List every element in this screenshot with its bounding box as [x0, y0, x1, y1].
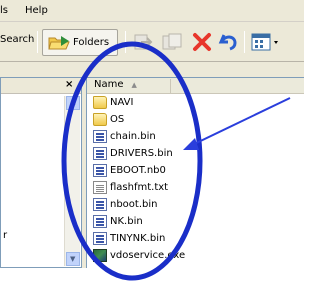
file-list-pane: Name ▲ NAVI OS chain.bin DRIVERS.bin EBOOT.nb… — [86, 77, 304, 268]
folder-icon — [93, 113, 107, 126]
file-name: NAVI — [110, 97, 134, 108]
undo-icon[interactable] — [218, 31, 240, 53]
application-icon — [93, 249, 107, 262]
toolbar-separator — [125, 31, 126, 53]
file-name: nboot.bin — [110, 199, 158, 210]
close-pane-button[interactable]: × — [65, 79, 73, 90]
toolbar: Search Folders — [0, 23, 304, 62]
folder-tree-pane: × r ▲ ▼ — [0, 77, 82, 268]
sort-ascending-icon: ▲ — [131, 81, 137, 89]
folders-button[interactable]: Folders — [42, 29, 118, 56]
binary-file-icon — [93, 232, 107, 245]
folders-button-label: Folders — [73, 37, 110, 48]
move-to-icon[interactable] — [132, 31, 154, 53]
file-name: OS — [110, 114, 125, 125]
scroll-down-button[interactable]: ▼ — [66, 252, 80, 266]
menu-tools[interactable]: ls — [0, 5, 8, 16]
menu-bar: ls Help — [0, 0, 304, 22]
binary-file-icon — [93, 198, 107, 211]
copy-to-icon[interactable] — [161, 31, 183, 53]
file-name: chain.bin — [110, 131, 156, 142]
binary-file-icon — [93, 215, 107, 228]
column-header-name-label: Name — [94, 79, 124, 90]
text-file-icon — [93, 181, 107, 194]
file-name: DRIVERS.bin — [110, 148, 173, 159]
file-name: flashfmt.txt — [110, 182, 169, 193]
chevron-up-icon: ▲ — [70, 98, 76, 106]
file-name: NK.bin — [110, 216, 143, 227]
binary-file-icon — [93, 147, 107, 160]
file-name: TINYNK.bin — [110, 233, 166, 244]
folder-pane-header: × — [1, 78, 81, 94]
menu-help[interactable]: Help — [25, 5, 48, 16]
toolbar-separator — [37, 31, 38, 53]
tree-item-fragment[interactable]: r — [3, 230, 7, 241]
explorer-window: ls Help Search Folders × r ▲ ▼ Name ▲ NA… — [0, 0, 304, 268]
search-button[interactable]: Search — [0, 34, 34, 45]
toolbar-separator — [244, 31, 245, 53]
column-header-row: Name ▲ — [87, 78, 304, 94]
chevron-down-icon: ▼ — [70, 255, 76, 263]
scroll-up-button[interactable]: ▲ — [66, 96, 80, 110]
vertical-scrollbar[interactable]: ▲ ▼ — [64, 96, 80, 266]
column-header-name[interactable]: Name ▲ — [93, 79, 171, 93]
delete-icon[interactable] — [191, 31, 213, 53]
file-name: EBOOT.nb0 — [110, 165, 166, 176]
folder-icon — [93, 96, 107, 109]
file-name: vdoservice.exe — [110, 250, 186, 261]
binary-file-icon — [93, 164, 107, 177]
binary-file-icon — [93, 130, 107, 143]
views-icon[interactable] — [250, 31, 284, 53]
folder-icon — [48, 36, 70, 50]
